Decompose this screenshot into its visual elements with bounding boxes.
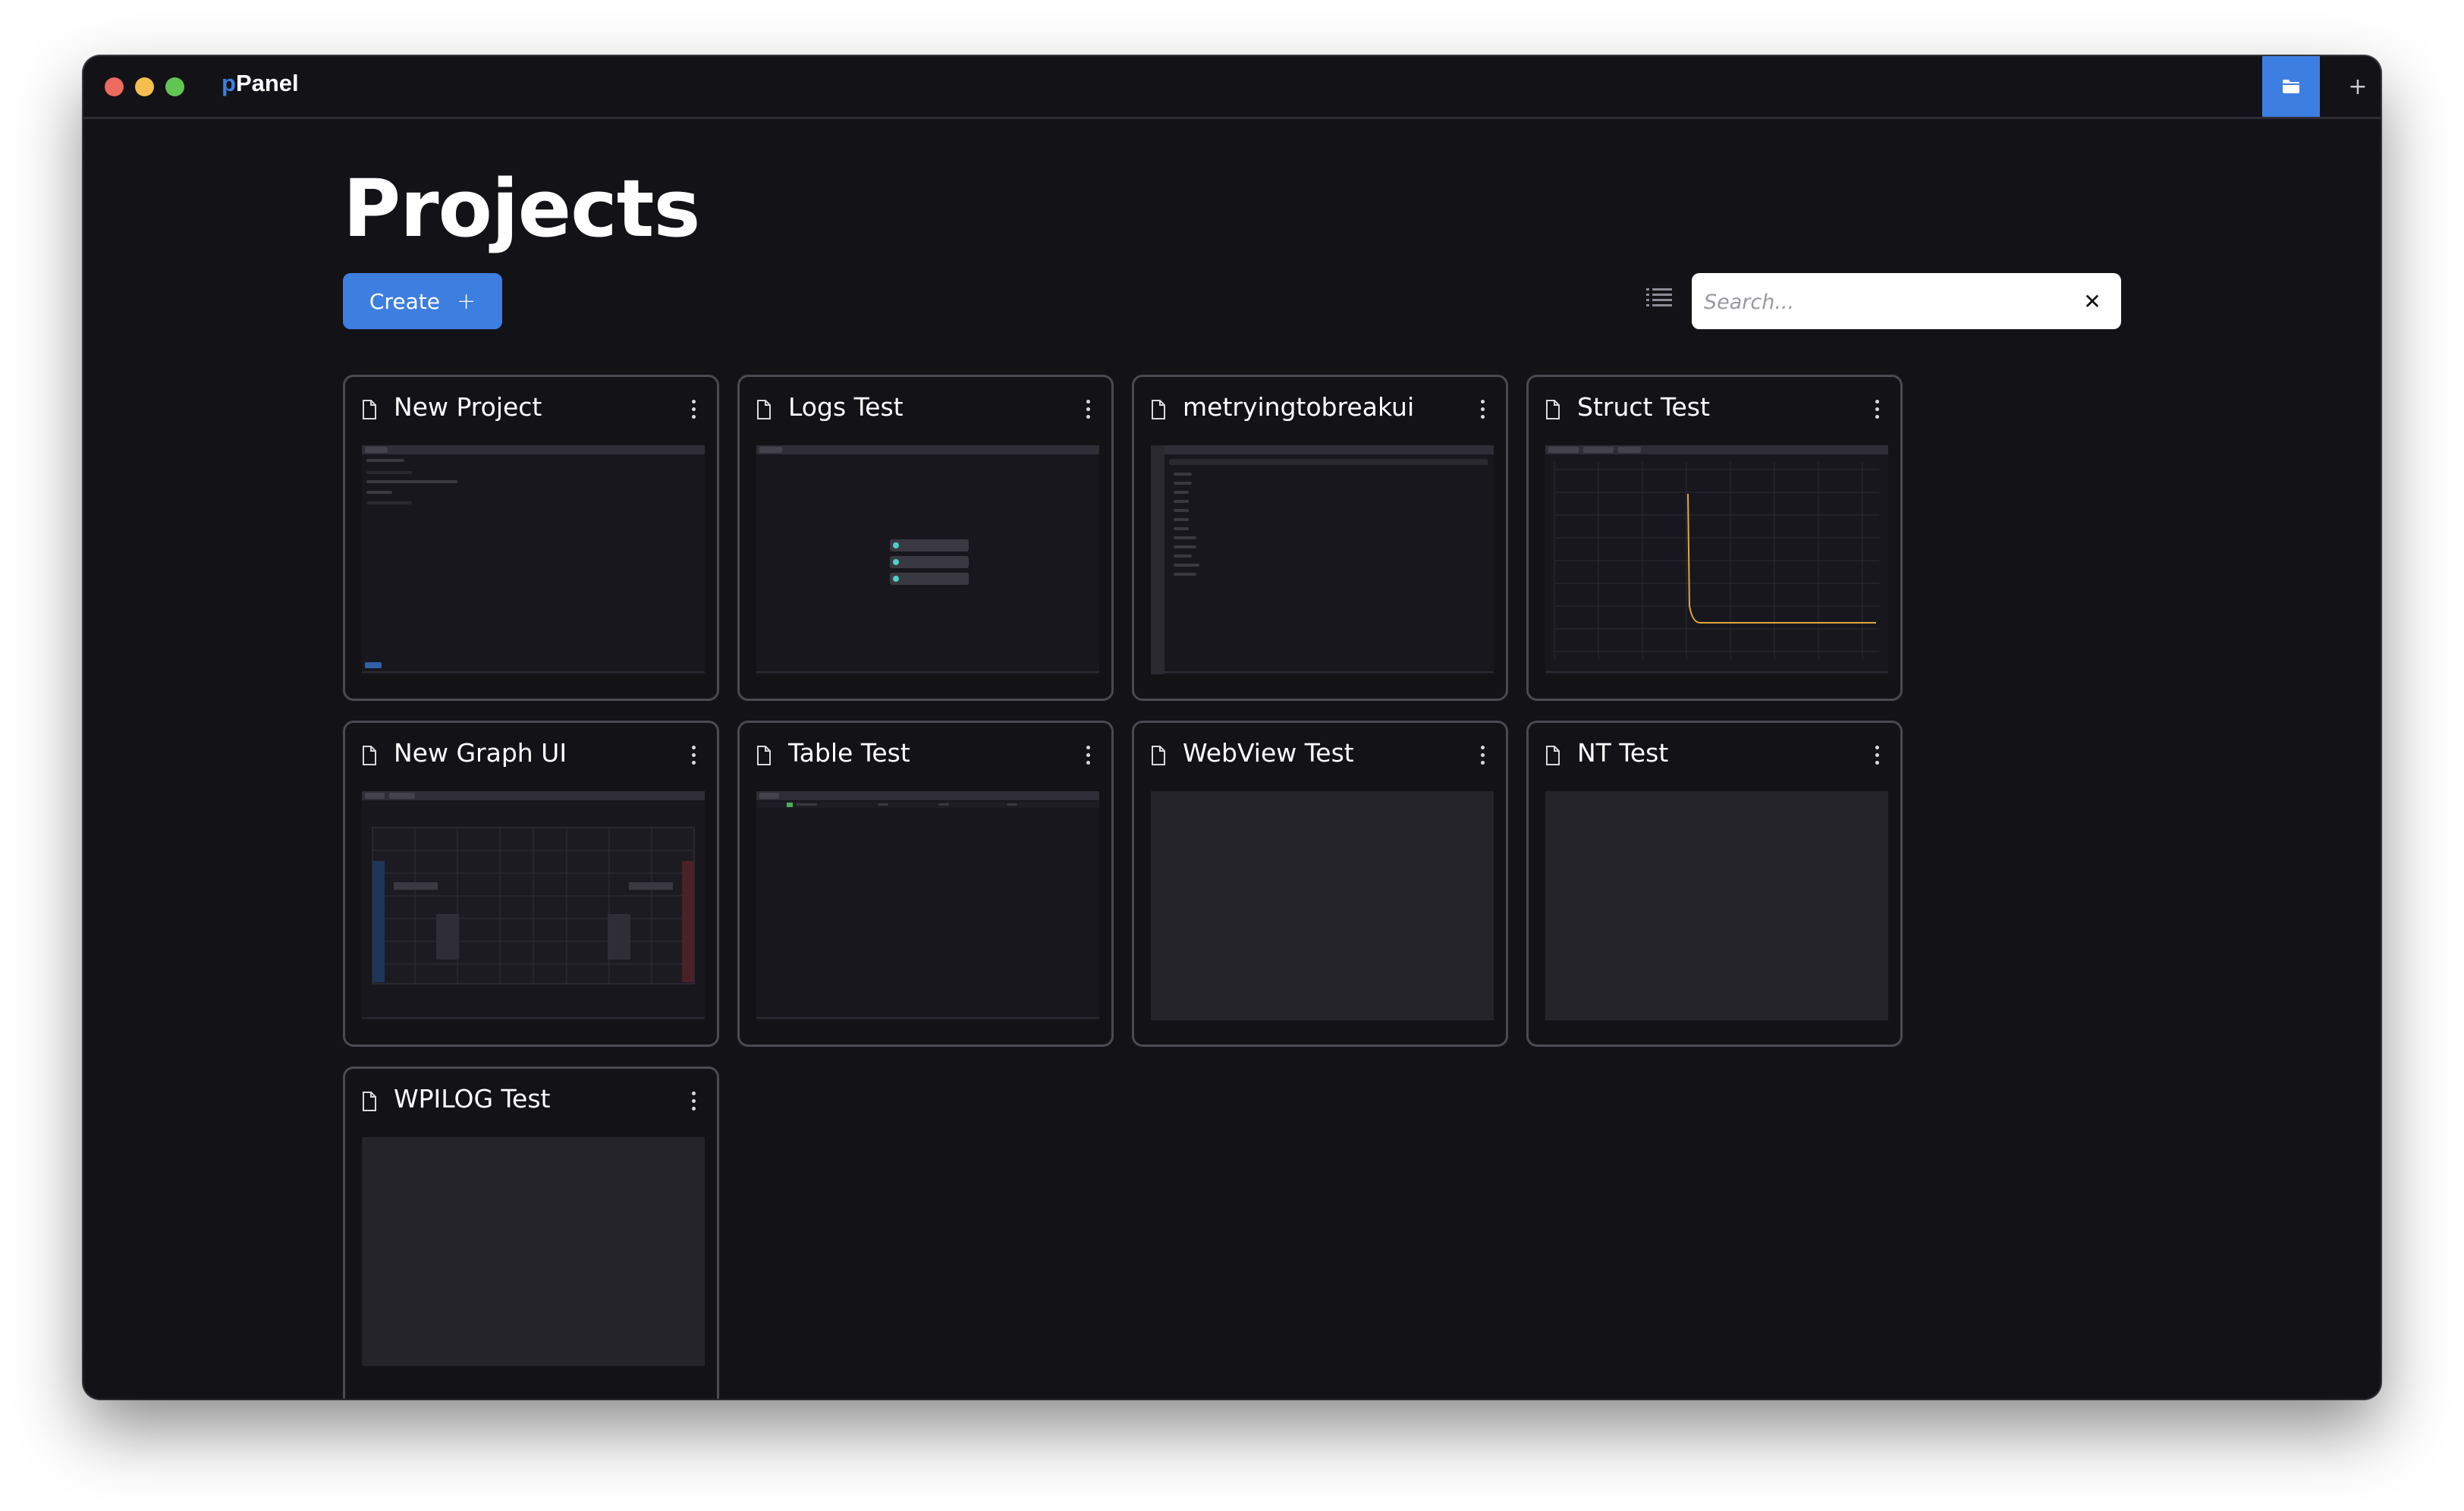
add-tab-button[interactable]: +: [2335, 56, 2381, 117]
project-card[interactable]: metryingtobreakui: [1132, 375, 1508, 701]
file-icon: [1152, 746, 1165, 765]
close-window-button[interactable]: [105, 77, 124, 96]
project-name: New Graph UI: [394, 738, 567, 768]
app-title-rest: Panel: [235, 70, 299, 96]
app-window: pPanel + Projects Create + ✕ New Project: [83, 56, 2381, 1399]
file-icon: [757, 746, 771, 765]
more-options-icon[interactable]: [1479, 400, 1486, 423]
project-thumbnail: [362, 1137, 705, 1366]
folder-icon: [2283, 80, 2299, 93]
project-card[interactable]: New Graph UI: [343, 721, 719, 1047]
project-card[interactable]: WPILOG Test: [343, 1066, 719, 1399]
project-card[interactable]: Struct Test: [1526, 375, 1903, 701]
projects-tab[interactable]: [2262, 56, 2320, 117]
title-bar: pPanel +: [83, 56, 2381, 119]
more-options-icon[interactable]: [1084, 746, 1092, 768]
list-icon[interactable]: [1646, 287, 1672, 308]
clear-search-icon[interactable]: ✕: [2077, 286, 2107, 316]
project-name: New Project: [394, 392, 542, 422]
app-title-prefix: p: [222, 70, 236, 96]
file-icon: [363, 1092, 376, 1111]
plus-icon: +: [456, 287, 476, 315]
project-thumbnail: [756, 445, 1099, 674]
more-options-icon[interactable]: [690, 1092, 697, 1114]
maximize-window-button[interactable]: [165, 77, 184, 96]
file-icon: [1152, 400, 1165, 419]
more-options-icon[interactable]: [1873, 400, 1881, 423]
field-preview: [372, 827, 695, 985]
more-options-icon[interactable]: [690, 400, 697, 423]
more-options-icon[interactable]: [1479, 746, 1486, 768]
project-thumbnail: [362, 445, 705, 674]
project-thumbnail: [756, 791, 1099, 1020]
project-card[interactable]: Table Test: [737, 721, 1114, 1047]
file-icon: [1546, 746, 1560, 765]
project-thumbnail: [1545, 791, 1888, 1020]
project-name: Logs Test: [788, 392, 904, 422]
project-card[interactable]: WebView Test: [1132, 721, 1508, 1047]
search-box: ✕: [1692, 273, 2121, 329]
app-title: pPanel: [222, 70, 299, 97]
page-title: Projects: [343, 162, 700, 255]
project-name: WebView Test: [1183, 738, 1354, 768]
project-name: NT Test: [1577, 738, 1669, 768]
project-thumbnail: [362, 791, 705, 1020]
create-button-label: Create: [369, 288, 440, 314]
create-project-button[interactable]: Create +: [343, 273, 502, 329]
project-card[interactable]: Logs Test: [737, 375, 1114, 701]
project-name: metryingtobreakui: [1183, 392, 1415, 422]
project-card[interactable]: NT Test: [1526, 721, 1903, 1047]
minimize-window-button[interactable]: [135, 77, 154, 96]
project-thumbnail: [1151, 791, 1494, 1020]
project-name: Table Test: [788, 738, 910, 768]
project-thumbnail: [1545, 445, 1888, 674]
more-options-icon[interactable]: [1873, 746, 1881, 768]
file-icon: [363, 400, 376, 419]
more-options-icon[interactable]: [1084, 400, 1092, 423]
project-card[interactable]: New Project: [343, 375, 719, 701]
project-name: Struct Test: [1577, 392, 1710, 422]
file-icon: [1546, 400, 1560, 419]
search-input[interactable]: [1702, 282, 2070, 322]
graph-preview: [1554, 462, 1879, 659]
project-name: WPILOG Test: [394, 1084, 551, 1114]
file-icon: [363, 746, 376, 765]
more-options-icon[interactable]: [690, 746, 697, 768]
file-icon: [757, 400, 771, 419]
project-thumbnail: [1151, 445, 1494, 674]
